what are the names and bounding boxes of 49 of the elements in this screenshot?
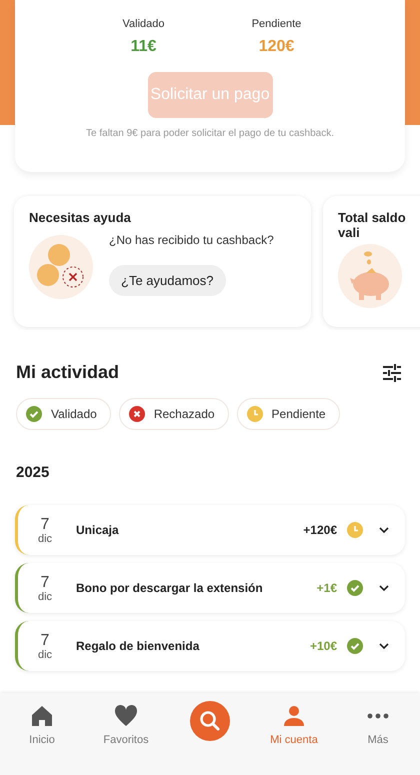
date-month: dic [38, 590, 52, 602]
piggy-bank-drawing [338, 244, 402, 308]
date-day: 7 [40, 574, 50, 590]
filter-icon[interactable] [382, 362, 402, 382]
card-title: Necesitas ayuda [29, 210, 132, 225]
activity-amount: +1€ [316, 581, 337, 595]
balance-label: Validado [122, 18, 164, 30]
check-circle-icon [347, 580, 363, 596]
check-circle-icon [26, 406, 42, 422]
filter-chip[interactable]: Rechazado [118, 398, 229, 430]
filter-chip[interactable]: Pendiente [236, 398, 340, 430]
coins-drawing [29, 235, 93, 299]
person-icon [282, 704, 306, 728]
activity-amount: +120€ [303, 523, 337, 537]
clock-icon [347, 522, 363, 538]
date-day: 7 [40, 516, 50, 532]
activity-title: Regalo de bienvenida [76, 639, 200, 653]
help-button[interactable]: ¿Te ayudamos? [109, 265, 226, 296]
chevron-down-icon [379, 643, 389, 649]
balance-amount: 120€ [258, 38, 294, 56]
hint-text: Te faltan 9€ para poder solicitar el pago de tu cashback. [86, 128, 334, 139]
tab[interactable]: Favoritos [91, 701, 161, 746]
search-icon [198, 709, 222, 733]
clock-icon [246, 406, 263, 422]
date-month: dic [38, 532, 52, 544]
cross-circle-icon [128, 406, 145, 422]
activity-row[interactable]: 7 dic Bono por descargar la extensión +1€ [15, 563, 405, 613]
activity-row[interactable]: 7 dic Regalo de bienvenida +10€ [15, 621, 405, 671]
year-heading: 2025 [15, 463, 50, 481]
balance-amount: 11€ [130, 38, 156, 56]
chevron-down-icon [379, 585, 389, 591]
search-button[interactable] [190, 701, 230, 741]
card-title: Total saldo vali [338, 210, 407, 240]
heart-icon [114, 704, 138, 728]
check-circle-icon [347, 638, 363, 654]
balance-label: Pendiente [252, 18, 302, 30]
tab[interactable]: Inicio [7, 701, 77, 746]
date-month: dic [38, 648, 52, 660]
home-icon [30, 704, 54, 728]
date-day: 7 [40, 632, 50, 648]
activity-title: Unicaja [76, 523, 120, 537]
tab[interactable]: Más [343, 701, 413, 746]
activity-title: Bono por descargar la extensión [76, 581, 264, 595]
card-text: ¿No has recibido tu cashback? [109, 233, 274, 247]
filter-chip[interactable]: Validado [16, 398, 111, 430]
chevron-down-icon [379, 527, 389, 533]
activity-amount: +10€ [310, 639, 337, 653]
more-icon [367, 713, 389, 719]
section-title: Mi actividad [16, 362, 120, 383]
